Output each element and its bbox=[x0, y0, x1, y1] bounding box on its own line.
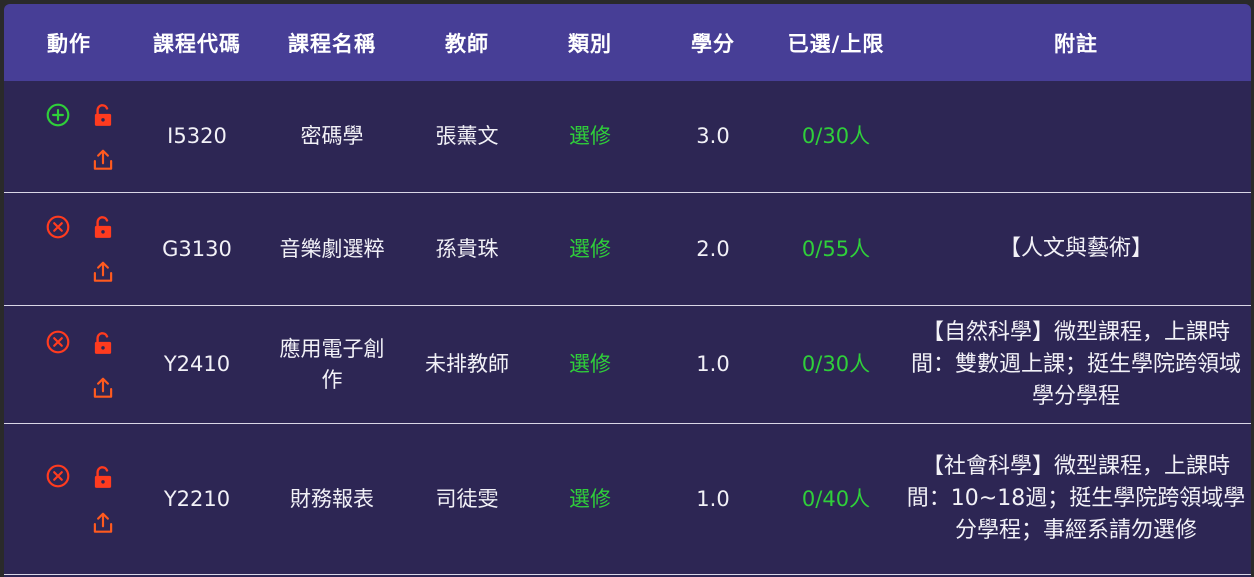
course-code: I5320 bbox=[167, 124, 227, 148]
row-actions bbox=[4, 193, 134, 305]
table-header: 動作 課程代碼 課程名稱 教師 類別 學分 已選/上限 附註 bbox=[4, 4, 1251, 81]
header-note: 附註 bbox=[1054, 31, 1098, 56]
header-credit: 學分 bbox=[691, 31, 735, 56]
share-upload-icon bbox=[93, 512, 113, 533]
course-type: 選修 bbox=[569, 124, 611, 148]
lock-toggle-button[interactable] bbox=[90, 102, 116, 128]
remove-course-button[interactable] bbox=[45, 463, 71, 489]
course-credit: 1.0 bbox=[696, 352, 730, 376]
course-quota: 0/30人 bbox=[801, 124, 871, 148]
course-note: 【自然科學】微型課程，上課時間：雙數週上課；挺生學院跨領域學分學程 bbox=[910, 319, 1241, 409]
course-type: 選修 bbox=[569, 486, 611, 511]
course-name: 應用電子創作 bbox=[279, 336, 385, 392]
course-code: Y2210 bbox=[163, 486, 231, 511]
table-row: Y2210 財務報表 司徒雯 選修 1.0 0/40人 【社會科學】微型課程，上… bbox=[4, 424, 1251, 575]
header-name: 課程名稱 bbox=[288, 31, 376, 56]
course-quota: 0/30人 bbox=[801, 352, 871, 376]
course-teacher: 張薰文 bbox=[435, 124, 499, 148]
header-code: 課程代碼 bbox=[153, 31, 241, 56]
course-quota: 0/55人 bbox=[801, 236, 871, 261]
share-button[interactable] bbox=[90, 147, 116, 173]
course-teacher: 孫貴珠 bbox=[435, 236, 499, 261]
table-row: I5320 密碼學 張薰文 選修 3.0 0/30人 bbox=[4, 81, 1251, 193]
course-table: 動作 課程代碼 課程名稱 教師 類別 學分 已選/上限 附註 I5320 密碼學… bbox=[4, 4, 1251, 577]
row-actions bbox=[4, 424, 134, 574]
lock-toggle-button[interactable] bbox=[90, 330, 116, 356]
course-quota: 0/40人 bbox=[801, 486, 871, 511]
course-note: 【人文與藝術】 bbox=[998, 236, 1153, 261]
lock-toggle-button[interactable] bbox=[90, 214, 116, 240]
header-quota: 已選/上限 bbox=[787, 31, 885, 56]
share-button[interactable] bbox=[90, 259, 116, 285]
course-name: 密碼學 bbox=[300, 124, 364, 148]
course-type: 選修 bbox=[569, 236, 611, 261]
lock-toggle-button[interactable] bbox=[90, 464, 116, 490]
share-upload-icon bbox=[93, 149, 113, 170]
course-name: 財務報表 bbox=[290, 486, 374, 511]
share-button[interactable] bbox=[90, 375, 116, 401]
add-course-button[interactable] bbox=[45, 102, 71, 128]
course-code: Y2410 bbox=[163, 352, 231, 376]
unlock-icon bbox=[94, 466, 112, 488]
header-type: 類別 bbox=[568, 31, 612, 56]
header-action: 動作 bbox=[47, 31, 91, 56]
course-code: G3130 bbox=[162, 236, 232, 261]
header-teacher: 教師 bbox=[445, 31, 489, 56]
unlock-icon bbox=[94, 104, 112, 126]
course-teacher: 未排教師 bbox=[425, 352, 509, 376]
course-credit: 2.0 bbox=[696, 236, 730, 261]
row-actions bbox=[4, 81, 134, 192]
share-button[interactable] bbox=[90, 510, 116, 536]
course-note bbox=[906, 81, 1246, 192]
course-credit: 1.0 bbox=[696, 486, 730, 511]
course-credit: 3.0 bbox=[696, 124, 730, 148]
course-teacher: 司徒雯 bbox=[435, 486, 499, 511]
plus-circle-icon bbox=[46, 103, 70, 127]
row-actions bbox=[4, 306, 134, 423]
course-type: 選修 bbox=[569, 352, 611, 376]
unlock-icon bbox=[94, 216, 112, 238]
unlock-icon bbox=[94, 332, 112, 354]
table-row: Y2410 應用電子創作 未排教師 選修 1.0 0/30人 【自然科學】微型課… bbox=[4, 306, 1251, 424]
x-circle-icon bbox=[46, 330, 70, 354]
course-note: 【社會科學】微型課程，上課時間：10~18週；挺生學院跨領域學分學程；事經系請勿… bbox=[906, 454, 1246, 543]
remove-course-button[interactable] bbox=[45, 329, 71, 355]
x-circle-icon bbox=[46, 464, 70, 488]
x-circle-icon bbox=[46, 215, 70, 239]
share-upload-icon bbox=[93, 261, 113, 282]
course-name: 音樂劇選粹 bbox=[279, 236, 385, 261]
table-row: G3130 音樂劇選粹 孫貴珠 選修 2.0 0/55人 【人文與藝術】 bbox=[4, 193, 1251, 306]
share-upload-icon bbox=[93, 377, 113, 398]
remove-course-button[interactable] bbox=[45, 214, 71, 240]
